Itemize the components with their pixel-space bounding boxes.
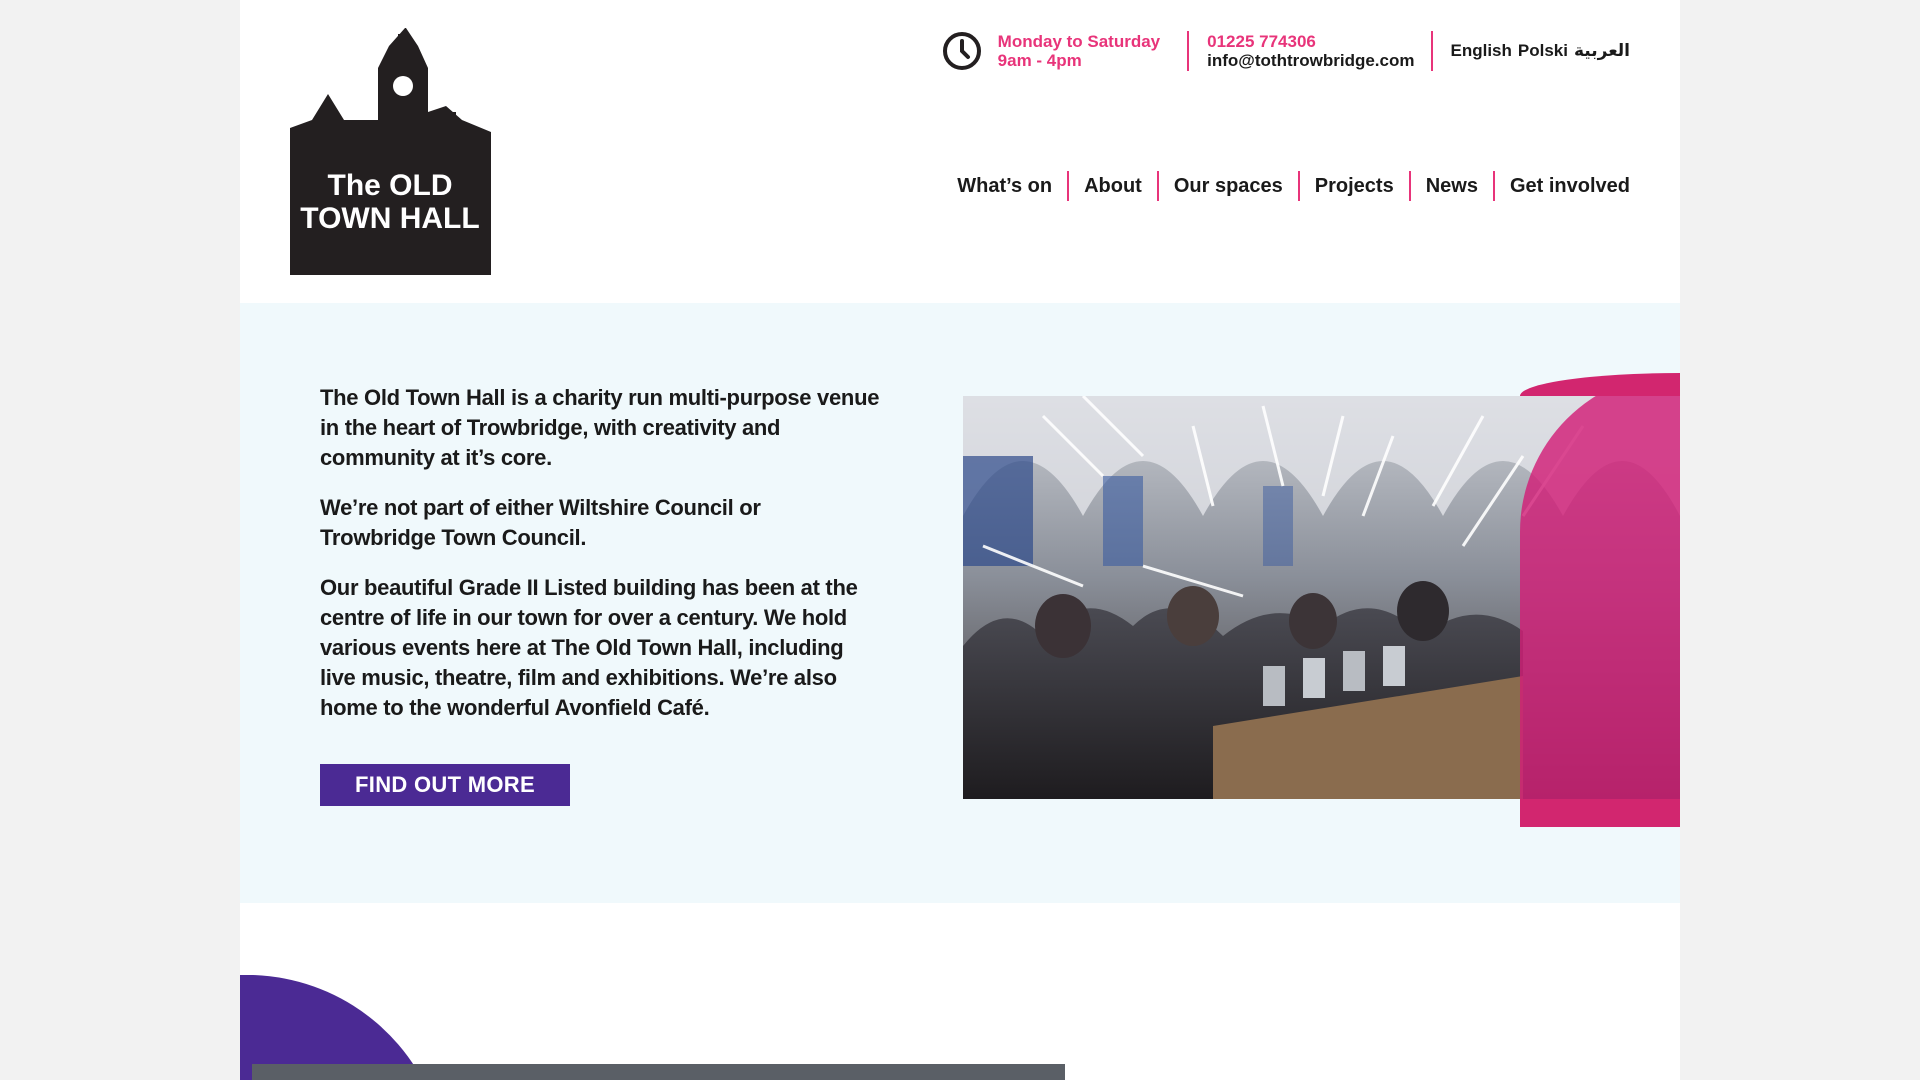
pink-accent-shape <box>1520 373 1680 396</box>
language-arabic[interactable]: العربية <box>1574 41 1630 61</box>
hero-paragraph-building: Our beautiful Grade II Listed building h… <box>320 575 858 720</box>
phone-link[interactable]: 01225 774306 <box>1207 32 1414 51</box>
contact-details: 01225 774306 info@tothtrowbridge.com <box>1189 32 1431 70</box>
hero-photo <box>963 396 1680 799</box>
hours-days: Monday to Saturday <box>997 32 1161 51</box>
hours-time: 9am - 4pm <box>997 51 1082 70</box>
hero-section: The Old Town Hall is a charity run multi… <box>240 303 1680 903</box>
language-english[interactable]: English <box>1450 41 1511 61</box>
clock-icon <box>941 30 983 72</box>
nav-projects[interactable]: Projects <box>1300 172 1409 200</box>
find-out-more-button[interactable]: Find out more <box>320 764 570 806</box>
nav-whats-on[interactable]: What’s on <box>942 172 1067 200</box>
main-nav: What’s on About Our spaces Projects News… <box>942 171 1630 201</box>
next-section <box>240 903 1680 1080</box>
hero-paragraph-council: We’re not part of either Wiltshire Counc… <box>320 495 761 550</box>
opening-hours: Monday to Saturday 9am - 4pm <box>998 32 1187 70</box>
language-polski[interactable]: Polski <box>1518 41 1568 61</box>
page: The OLD TOWN HALL Monday to Saturday 9am… <box>240 0 1680 1080</box>
nav-our-spaces[interactable]: Our spaces <box>1159 172 1298 200</box>
info-bar: Monday to Saturday 9am - 4pm 01225 77430… <box>941 30 1630 72</box>
site-logo[interactable]: The OLD TOWN HALL <box>290 28 491 275</box>
pink-accent-base <box>1520 799 1680 827</box>
logo-line-2: TOWN HALL <box>300 202 479 235</box>
nav-news[interactable]: News <box>1411 172 1493 200</box>
logo-line-1: The OLD <box>328 169 453 202</box>
hero-paragraph-intro: The Old Town Hall is a charity run multi… <box>320 385 880 470</box>
nav-about[interactable]: About <box>1069 172 1157 200</box>
email-link[interactable]: info@tothtrowbridge.com <box>1207 51 1414 70</box>
building-photo <box>252 1064 1065 1080</box>
hero-text: The Old Town Hall is a charity run multi… <box>320 383 880 743</box>
town-hall-logo-icon: The OLD TOWN HALL <box>290 28 491 275</box>
nav-get-involved[interactable]: Get involved <box>1495 172 1630 200</box>
language-switcher: English Polski العربية <box>1433 41 1630 61</box>
